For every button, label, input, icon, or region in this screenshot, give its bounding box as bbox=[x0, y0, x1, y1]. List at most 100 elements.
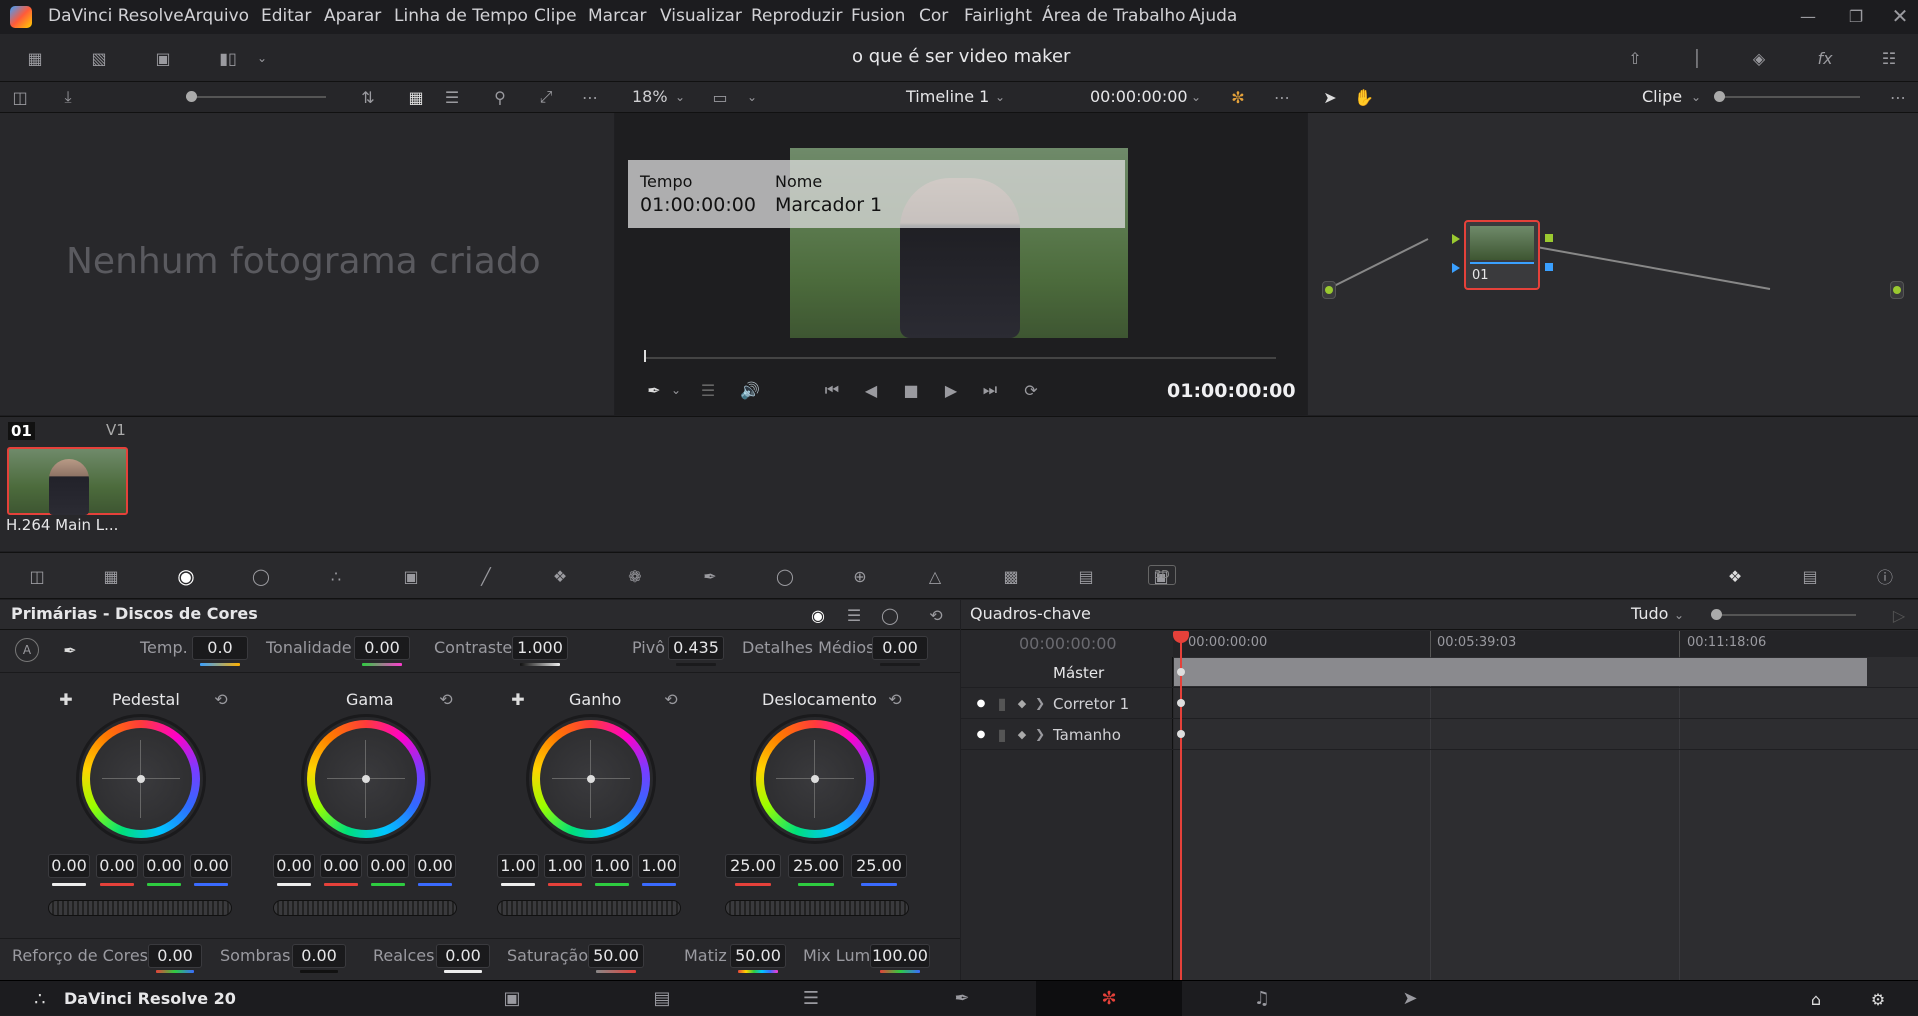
ruler[interactable] bbox=[1173, 631, 1918, 657]
gain-r-field[interactable]: 1.00 bbox=[544, 854, 586, 878]
grid-view-icon[interactable]: ▦ bbox=[404, 86, 428, 108]
play-icon[interactable]: ▶ bbox=[940, 379, 962, 401]
node-input-alpha[interactable] bbox=[1452, 263, 1460, 273]
viewer-mode-icon[interactable]: ▭ bbox=[706, 86, 734, 108]
gallery-zoom-handle[interactable] bbox=[186, 91, 197, 102]
sort-icon[interactable]: ⇅ bbox=[356, 86, 380, 108]
gamma-g-field[interactable]: 0.00 bbox=[367, 854, 409, 878]
gain-wheel[interactable] bbox=[526, 714, 656, 844]
hand-icon[interactable]: ✋ bbox=[1352, 86, 1376, 108]
saturation-field[interactable]: 50.00 bbox=[588, 944, 644, 968]
more-options-icon[interactable]: ⋯ bbox=[1270, 86, 1294, 108]
menu-reproduzir[interactable]: Reproduzir bbox=[751, 6, 843, 26]
gamma-wheel[interactable] bbox=[301, 714, 431, 844]
step-back-icon[interactable]: ◀ bbox=[860, 379, 882, 401]
gamma-r-field[interactable]: 0.00 bbox=[320, 854, 362, 878]
gamma-b-field[interactable]: 0.00 bbox=[414, 854, 456, 878]
color-warper-icon[interactable]: ❖ bbox=[545, 563, 575, 589]
offset-jog-wheel[interactable] bbox=[725, 900, 909, 916]
minimize-icon[interactable]: — bbox=[1796, 4, 1820, 28]
lut-icon[interactable]: ▧ bbox=[86, 46, 112, 70]
pedestal-b-field[interactable]: 0.00 bbox=[190, 854, 232, 878]
page-color-button[interactable]: ✼ bbox=[1036, 981, 1182, 1016]
hue-field[interactable]: 50.00 bbox=[730, 944, 786, 968]
gallery-zoom-slider[interactable] bbox=[186, 96, 326, 98]
node-output-alpha[interactable] bbox=[1545, 263, 1553, 271]
keyframes-icon[interactable]: ❖ bbox=[1720, 563, 1750, 589]
node-zoom-slider[interactable] bbox=[1720, 96, 1860, 98]
gain-jog-wheel[interactable] bbox=[497, 900, 681, 916]
hdr-icon[interactable]: ◯ bbox=[246, 563, 276, 589]
middetail-field[interactable]: 0.00 bbox=[872, 636, 928, 660]
offset-g-field[interactable]: 25.00 bbox=[788, 854, 844, 878]
temp-field[interactable]: 0.0 bbox=[192, 636, 248, 660]
playhead[interactable] bbox=[644, 350, 646, 362]
keyframe-diamond-icon[interactable]: ◆ bbox=[1015, 723, 1029, 745]
chevron-right-icon[interactable]: ❯ bbox=[1033, 723, 1047, 745]
keyframe-dot[interactable] bbox=[1177, 730, 1185, 738]
chevron-down-icon[interactable]: ⌄ bbox=[742, 86, 762, 108]
pointer-icon[interactable]: ➤ bbox=[1318, 86, 1342, 108]
auto-balance-icon[interactable]: A bbox=[15, 638, 39, 662]
page-cut-button[interactable]: ▤ bbox=[632, 981, 692, 1016]
shadows-field[interactable]: 0.00 bbox=[292, 944, 346, 968]
gain-b-field[interactable]: 1.00 bbox=[638, 854, 680, 878]
menu-clipe[interactable]: Clipe bbox=[534, 6, 577, 26]
chevron-right-icon[interactable]: ❯ bbox=[1033, 692, 1047, 714]
settings-gear-icon[interactable]: ⚙ bbox=[1866, 987, 1890, 1011]
scrubber-bar[interactable] bbox=[644, 357, 1276, 359]
offset-reset-icon[interactable]: ⟲ bbox=[884, 688, 906, 710]
chevron-down-icon[interactable]: ⌄ bbox=[1671, 603, 1687, 627]
import-icon[interactable]: ⤓ bbox=[56, 86, 80, 108]
sidebar-toggle-icon[interactable]: ◫ bbox=[8, 86, 32, 108]
page-deliver-button[interactable]: ➤ bbox=[1380, 981, 1440, 1016]
chevron-down-icon[interactable]: ⌄ bbox=[668, 379, 684, 401]
gamma-reset-icon[interactable]: ⟲ bbox=[435, 688, 457, 710]
info-icon[interactable]: ⓘ bbox=[1870, 563, 1900, 589]
restore-icon[interactable]: ❐ bbox=[1844, 4, 1868, 28]
playhead-line[interactable] bbox=[1180, 631, 1182, 980]
gallery-icon[interactable]: ▣ bbox=[150, 46, 176, 70]
keyframes-filter[interactable]: Tudo bbox=[1631, 604, 1668, 623]
node-mode-selector[interactable]: Clipe bbox=[1642, 87, 1682, 106]
gamma-jog-wheel[interactable] bbox=[273, 900, 457, 916]
gain-y-field[interactable]: 1.00 bbox=[497, 854, 539, 878]
scopes-icon[interactable]: ▤ bbox=[1795, 563, 1825, 589]
chevron-down-icon[interactable]: ⌄ bbox=[670, 86, 690, 108]
node-zoom-handle[interactable] bbox=[1714, 91, 1725, 102]
lock-icon[interactable]: ▮ bbox=[995, 692, 1009, 714]
menu-area-de-trabalho[interactable]: Área de Trabalho bbox=[1042, 6, 1186, 26]
keyframe-dot[interactable] bbox=[1177, 668, 1185, 676]
input-source-dot[interactable] bbox=[1322, 281, 1336, 299]
qualifier-icon[interactable]: ✒ bbox=[695, 563, 725, 589]
highlights-field[interactable]: 0.00 bbox=[436, 944, 490, 968]
chevron-down-icon[interactable]: ⌄ bbox=[1186, 86, 1206, 108]
color-match-icon[interactable]: ▦ bbox=[96, 563, 126, 589]
page-fusion-button[interactable]: ✒ bbox=[932, 981, 992, 1016]
menu-marcar[interactable]: Marcar bbox=[588, 6, 646, 26]
keyframe-zoom-slider[interactable] bbox=[1716, 614, 1856, 616]
viewer-timecode-top[interactable]: 00:00:00:00 bbox=[1090, 87, 1188, 106]
menu-linha-de-tempo[interactable]: Linha de Tempo bbox=[394, 6, 528, 26]
primaries-icon[interactable]: ◉ bbox=[171, 563, 201, 589]
node-output-rgb[interactable] bbox=[1545, 234, 1553, 242]
more-options-icon[interactable]: ⋯ bbox=[1886, 86, 1910, 108]
contrast-field[interactable]: 1.000 bbox=[512, 636, 568, 660]
menu-fairlight[interactable]: Fairlight bbox=[964, 6, 1032, 26]
color-bars-mode-icon[interactable]: ☰ bbox=[842, 603, 866, 627]
track-visibility-dot[interactable]: ● bbox=[975, 723, 987, 745]
list-view-icon[interactable]: ☰ bbox=[440, 86, 464, 108]
stop-icon[interactable]: ■ bbox=[900, 379, 922, 401]
go-to-start-icon[interactable]: ⏮ bbox=[820, 379, 844, 401]
magic-mask-icon[interactable]: △ bbox=[920, 563, 950, 589]
timeline-selector[interactable]: Timeline 1 bbox=[906, 87, 989, 106]
lock-icon[interactable]: ▮ bbox=[995, 723, 1009, 745]
picker-icon[interactable]: ✒ bbox=[643, 379, 665, 401]
gamma-y-field[interactable]: 0.00 bbox=[273, 854, 315, 878]
lum-mix-field[interactable]: 100.00 bbox=[870, 944, 930, 968]
page-fairlight-button[interactable]: ♫ bbox=[1232, 981, 1292, 1016]
pedestal-g-field[interactable]: 0.00 bbox=[143, 854, 185, 878]
more-options-icon[interactable]: ⋯ bbox=[578, 86, 602, 108]
clips-icon[interactable]: ▮▯ bbox=[210, 46, 246, 70]
color-boost-field[interactable]: 0.00 bbox=[148, 944, 202, 968]
